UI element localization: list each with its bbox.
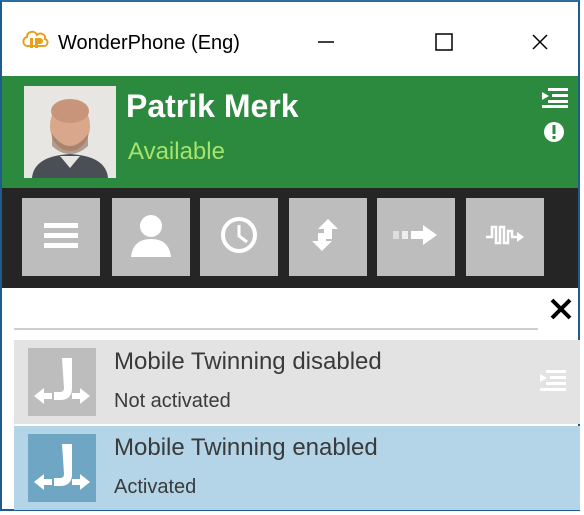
close-icon: [550, 298, 572, 320]
item-menu-icon[interactable]: [540, 370, 566, 392]
mobile-twinning-icon: [28, 348, 96, 416]
maximize-button[interactable]: [416, 22, 472, 62]
search-input[interactable]: [14, 294, 538, 330]
app-window: WonderPhone (Eng) Patrik Merk Available: [0, 0, 580, 511]
title-bar[interactable]: WonderPhone (Eng): [2, 2, 578, 74]
presence-status[interactable]: Available: [128, 138, 225, 166]
minimize-button[interactable]: [298, 22, 354, 62]
voicemail-wave-icon: [484, 221, 526, 254]
mobile-twinning-icon: [28, 434, 96, 502]
list-item-subtitle: Not activated: [114, 390, 231, 412]
minimize-icon: [318, 41, 334, 43]
contacts-button[interactable]: [112, 198, 190, 276]
search-bar: [2, 288, 578, 336]
profile-header: Patrik Merk Available: [2, 76, 578, 188]
list-item-twinning-enabled[interactable]: Mobile Twinning enabled Activated: [14, 426, 580, 510]
list-item-title: Mobile Twinning disabled: [114, 348, 382, 375]
status-menu-icon[interactable]: [542, 88, 568, 108]
history-button[interactable]: [200, 198, 278, 276]
forward-arrow-icon: [393, 223, 439, 252]
wonderphone-logo-icon: [20, 28, 50, 52]
history-clock-icon: [219, 215, 259, 260]
close-button[interactable]: [512, 22, 568, 62]
alert-icon[interactable]: [543, 121, 565, 143]
profile-name: Patrik Merk: [126, 88, 299, 124]
menu-button[interactable]: [22, 198, 100, 276]
main-toolbar: [2, 188, 578, 288]
list-item-title: Mobile Twinning enabled: [114, 434, 378, 461]
maximize-icon: [435, 33, 453, 51]
window-title: WonderPhone (Eng): [58, 32, 240, 54]
clear-search-button[interactable]: [548, 296, 574, 322]
list-item-twinning-disabled[interactable]: Mobile Twinning disabled Not activated: [14, 340, 580, 424]
transfer-arrows-icon: [308, 215, 348, 260]
avatar[interactable]: [24, 86, 116, 178]
list-item-subtitle: Activated: [114, 476, 197, 498]
voicemail-button[interactable]: [466, 198, 544, 276]
contacts-person-icon: [129, 213, 173, 262]
forward-button[interactable]: [377, 198, 455, 276]
transfer-button[interactable]: [289, 198, 367, 276]
hamburger-menu-icon: [44, 221, 78, 254]
close-icon: [532, 34, 548, 50]
